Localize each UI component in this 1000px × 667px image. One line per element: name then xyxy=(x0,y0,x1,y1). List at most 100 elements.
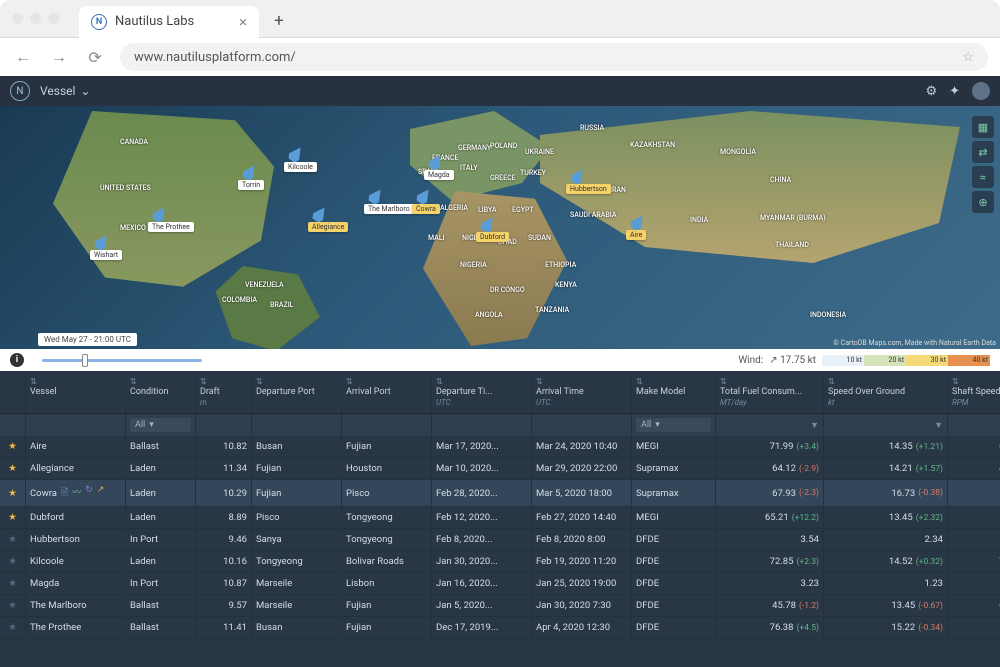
table-row[interactable]: ★HubbertsonIn Port9.46SanyaTongyeongFeb … xyxy=(0,529,1000,551)
star-cell[interactable]: ★ xyxy=(0,617,26,638)
traffic-lights xyxy=(12,13,59,24)
filter-cell[interactable] xyxy=(252,414,342,436)
column-header[interactable]: ⇅Departure Ti...UTC xyxy=(432,371,532,413)
table-row[interactable]: ★DubfordLaden8.89PiscoTongyeongFeb 12, 2… xyxy=(0,507,1000,529)
table-header: ⇅Vessel⇅Condition⇅Draftm⇅Departure Port⇅… xyxy=(0,371,1000,414)
filter-cell[interactable]: All ▾ xyxy=(126,414,196,436)
make: MEGI xyxy=(632,507,716,528)
info-icon[interactable]: i xyxy=(10,353,24,367)
star-cell[interactable]: ★ xyxy=(0,458,26,479)
dep-time: Dec 17, 2019... xyxy=(432,617,532,638)
time-slider[interactable] xyxy=(42,359,202,362)
vessel-name: Dubford xyxy=(26,507,126,528)
filter-cell[interactable] xyxy=(432,414,532,436)
rpm: 58.92 xyxy=(948,617,1000,638)
gear-icon[interactable]: ⚙ xyxy=(925,84,937,99)
vessel-marker[interactable]: Magda xyxy=(430,154,442,170)
logo-icon[interactable]: N xyxy=(10,81,30,101)
table-row[interactable]: ★The ProtheeBallast11.41BusanFujianDec 1… xyxy=(0,617,1000,639)
vessel-marker[interactable]: Torrin xyxy=(244,164,256,180)
vessel-marker[interactable]: Hubbertson xyxy=(572,168,584,184)
filter-row: All ▾All ▾▼▼▼ xyxy=(0,414,1000,436)
vessel-dropdown[interactable]: Vessel ⌄ xyxy=(40,84,90,98)
world-map[interactable]: CANADA UNITED STATES MEXICO BRAZIL VENEZ… xyxy=(0,106,1000,349)
sog: 14.21(+1.57) xyxy=(824,458,948,479)
back-button[interactable]: ← xyxy=(12,47,34,67)
vessel-marker[interactable]: Dubford xyxy=(482,216,494,232)
table-row[interactable]: ★Cowra🗎〰↻↗Laden10.29FujianPiscoFeb 28, 2… xyxy=(0,480,1000,507)
table-row[interactable]: ★KilcooleLaden10.16TongyeongBolivar Road… xyxy=(0,551,1000,573)
filter-cell[interactable]: ▼ xyxy=(948,414,1000,436)
sog: 15.22(-0.34) xyxy=(824,617,948,638)
slider-thumb[interactable] xyxy=(82,354,88,367)
star-cell[interactable]: ★ xyxy=(0,507,26,528)
filter-cell[interactable] xyxy=(342,414,432,436)
user-avatar[interactable] xyxy=(972,82,990,100)
column-header[interactable]: ⇅Make Model xyxy=(632,371,716,413)
vessel-marker[interactable]: The Prothee xyxy=(154,206,166,222)
vessel-marker[interactable]: Allegiance xyxy=(314,206,326,222)
filter-cell[interactable] xyxy=(0,414,26,436)
filter-cell[interactable]: ▼ xyxy=(716,414,824,436)
vessel-marker[interactable]: Aire xyxy=(632,214,644,230)
star-cell[interactable]: ★ xyxy=(0,573,26,594)
column-header[interactable]: ⇅Draftm xyxy=(196,371,252,413)
wind-icon[interactable]: ≈ xyxy=(972,166,994,188)
column-header[interactable]: ⇅Condition xyxy=(126,371,196,413)
forward-button[interactable]: → xyxy=(48,47,70,67)
url-field[interactable]: www.nautilusplatform.com/ ☆ xyxy=(120,43,988,71)
condition: Laden xyxy=(126,458,196,479)
table-row[interactable]: ★AireBallast10.82BusanFujianMar 17, 2020… xyxy=(0,436,1000,458)
bookmark-star-icon[interactable]: ☆ xyxy=(962,50,974,65)
sog: 14.35(+1.21) xyxy=(824,436,948,457)
vessel-marker[interactable]: Wishart xyxy=(96,234,108,250)
wind-label: Wind: xyxy=(738,355,763,366)
dep-port: Marseile xyxy=(252,573,342,594)
chat-icon[interactable]: ✦ xyxy=(949,84,960,99)
close-tab-icon[interactable]: × xyxy=(239,13,247,31)
filter-cell[interactable] xyxy=(196,414,252,436)
toggle-icon[interactable]: ⇄ xyxy=(972,141,994,163)
star-cell[interactable]: ★ xyxy=(0,529,26,550)
condition: Ballast xyxy=(126,617,196,638)
star-cell[interactable]: ★ xyxy=(0,436,26,457)
dep-port: Busan xyxy=(252,617,342,638)
sog: 14.52(+0.32) xyxy=(824,551,948,572)
column-header[interactable]: ⇅Speed Over Groundkt xyxy=(824,371,948,413)
vessel-name: Allegiance xyxy=(26,458,126,479)
column-header[interactable]: ⇅Shaft SpeedRPM xyxy=(948,371,1000,413)
filter-cell[interactable]: ▼ xyxy=(824,414,948,436)
arr-time: Jan 25, 2020 19:00 xyxy=(532,573,632,594)
filter-cell[interactable]: All ▾ xyxy=(632,414,716,436)
dep-time: Mar 10, 2020... xyxy=(432,458,532,479)
filter-cell[interactable] xyxy=(26,414,126,436)
layers-icon[interactable]: ▦ xyxy=(972,116,994,138)
vessel-marker[interactable]: Kilcoole xyxy=(290,146,302,162)
column-header[interactable]: ⇅Departure Port xyxy=(252,371,342,413)
new-tab-button[interactable]: + xyxy=(267,9,291,33)
url-text: www.nautilusplatform.com/ xyxy=(134,50,296,65)
column-header[interactable]: ⇅Arrival TimeUTC xyxy=(532,371,632,413)
column-header[interactable] xyxy=(0,371,26,413)
arr-port: Lisbon xyxy=(342,573,432,594)
column-header[interactable]: ⇅Vessel xyxy=(26,371,126,413)
column-header[interactable]: ⇅Arrival Port xyxy=(342,371,432,413)
fuel: 45.78(-1.2) xyxy=(716,595,824,616)
table-row[interactable]: ★MagdaIn Port10.87MarseileLisbonJan 16, … xyxy=(0,573,1000,595)
vessel-marker[interactable]: Cowra xyxy=(418,188,430,204)
dep-port: Sanya xyxy=(252,529,342,550)
vessel-marker[interactable]: The Marlboro xyxy=(370,188,382,204)
filter-cell[interactable] xyxy=(532,414,632,436)
star-cell[interactable]: ★ xyxy=(0,551,26,572)
star-cell[interactable]: ★ xyxy=(0,595,26,616)
reload-button[interactable]: ⟳ xyxy=(84,48,106,67)
star-cell[interactable]: ★ xyxy=(0,480,26,506)
arr-port: Fujian xyxy=(342,595,432,616)
compass-icon[interactable]: ⊕ xyxy=(972,191,994,213)
table-row[interactable]: ★AllegianceLaden11.34FujianHoustonMar 10… xyxy=(0,458,1000,480)
browser-tab[interactable]: N Nautilus Labs × xyxy=(79,6,259,38)
column-header[interactable]: ⇅Total Fuel Consum...MT/day xyxy=(716,371,824,413)
table-row[interactable]: ★The MarlboroBallast9.57MarseileFujianJa… xyxy=(0,595,1000,617)
star-icon: ★ xyxy=(8,600,17,611)
wind-scale-step: 20 kt xyxy=(864,355,906,366)
